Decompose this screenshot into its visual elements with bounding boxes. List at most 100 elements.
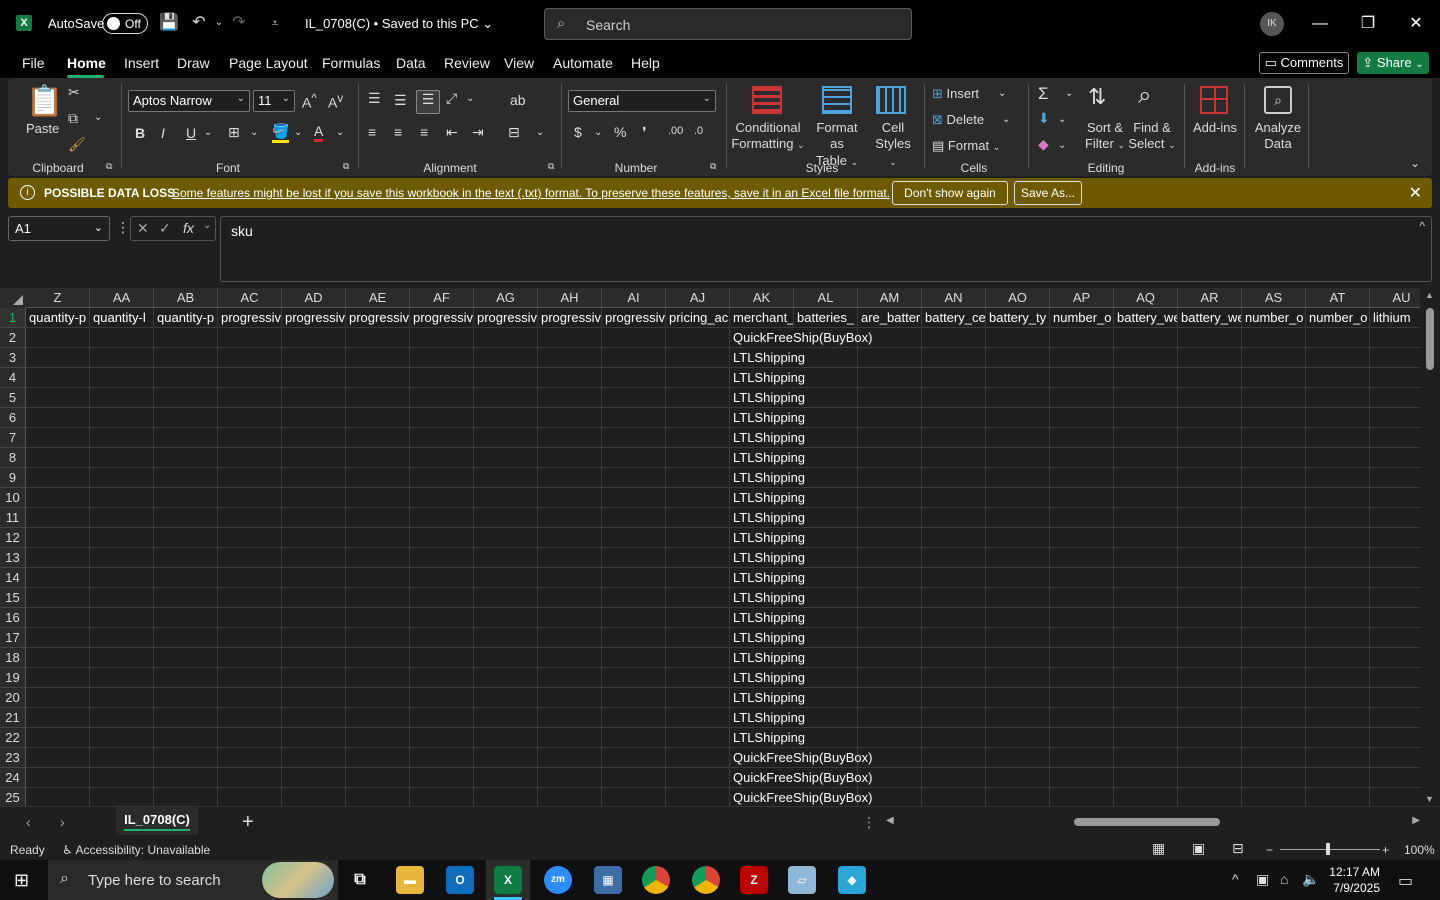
fill-icon[interactable]: ⬇ xyxy=(1038,110,1050,127)
cell-z17[interactable] xyxy=(26,628,90,648)
cell-aq2[interactable] xyxy=(1114,328,1178,348)
tab-page-layout[interactable]: Page Layout xyxy=(229,55,308,71)
cell-am3[interactable] xyxy=(858,348,922,368)
undo-icon[interactable]: ↶ xyxy=(188,12,210,34)
decrease-indent-icon[interactable]: ⇤ xyxy=(446,124,458,141)
cell-aj9[interactable] xyxy=(666,468,730,488)
cell-ag4[interactable] xyxy=(474,368,538,388)
cell-at6[interactable] xyxy=(1306,408,1370,428)
cell-as4[interactable] xyxy=(1242,368,1306,388)
cell-ag12[interactable] xyxy=(474,528,538,548)
cell-ae18[interactable] xyxy=(346,648,410,668)
cell-aj8[interactable] xyxy=(666,448,730,468)
cell-ah25[interactable] xyxy=(538,788,602,806)
cell-as12[interactable] xyxy=(1242,528,1306,548)
cell-an13[interactable] xyxy=(922,548,986,568)
cell-aq12[interactable] xyxy=(1114,528,1178,548)
cell-ar13[interactable] xyxy=(1178,548,1242,568)
cell-ak22[interactable]: LTLShipping xyxy=(730,728,805,748)
cell-z1[interactable]: quantity-p xyxy=(26,308,90,328)
cell-af17[interactable] xyxy=(410,628,474,648)
cell-at11[interactable] xyxy=(1306,508,1370,528)
cell-aq22[interactable] xyxy=(1114,728,1178,748)
undo-dropdown-icon[interactable]: ⌄ xyxy=(208,12,230,34)
cell-ap10[interactable] xyxy=(1050,488,1114,508)
cell-ar21[interactable] xyxy=(1178,708,1242,728)
cell-ap12[interactable] xyxy=(1050,528,1114,548)
row-header-19[interactable]: 19 xyxy=(0,668,26,688)
cell-an23[interactable] xyxy=(922,748,986,768)
cell-as18[interactable] xyxy=(1242,648,1306,668)
cell-ai18[interactable] xyxy=(602,648,666,668)
cell-styles-button[interactable]: Cell Styles ⌄ xyxy=(870,120,916,169)
cell-ah24[interactable] xyxy=(538,768,602,788)
row-header-17[interactable]: 17 xyxy=(0,628,26,648)
cell-aa14[interactable] xyxy=(90,568,154,588)
cell-aj1[interactable]: pricing_ac xyxy=(666,308,730,328)
cell-aq11[interactable] xyxy=(1114,508,1178,528)
cell-ad19[interactable] xyxy=(282,668,346,688)
cell-ad13[interactable] xyxy=(282,548,346,568)
cell-aa17[interactable] xyxy=(90,628,154,648)
increase-indent-icon[interactable]: ⇥ xyxy=(472,124,484,141)
cell-as21[interactable] xyxy=(1242,708,1306,728)
dialog-launcher-icon[interactable]: ⧉ xyxy=(710,161,716,172)
sort-filter-icon[interactable]: ⇅ xyxy=(1088,84,1106,110)
cell-aa22[interactable] xyxy=(90,728,154,748)
cell-af15[interactable] xyxy=(410,588,474,608)
cell-aj11[interactable] xyxy=(666,508,730,528)
cell-ap23[interactable] xyxy=(1050,748,1114,768)
cell-ap16[interactable] xyxy=(1050,608,1114,628)
calculator-icon[interactable]: ▦ xyxy=(594,866,622,894)
cell-ap19[interactable] xyxy=(1050,668,1114,688)
cell-ae3[interactable] xyxy=(346,348,410,368)
excel-taskbar-icon[interactable]: X xyxy=(494,866,522,894)
cell-aq18[interactable] xyxy=(1114,648,1178,668)
cell-ap22[interactable] xyxy=(1050,728,1114,748)
cell-ar1[interactable]: battery_we xyxy=(1178,308,1242,328)
find-select-button[interactable]: Find & Select ⌄ xyxy=(1128,120,1176,153)
cell-z18[interactable] xyxy=(26,648,90,668)
cell-ah16[interactable] xyxy=(538,608,602,628)
cell-aa15[interactable] xyxy=(90,588,154,608)
cell-ao7[interactable] xyxy=(986,428,1050,448)
cell-ac11[interactable] xyxy=(218,508,282,528)
cell-an6[interactable] xyxy=(922,408,986,428)
cell-ap14[interactable] xyxy=(1050,568,1114,588)
cell-aq6[interactable] xyxy=(1114,408,1178,428)
cell-ao18[interactable] xyxy=(986,648,1050,668)
cell-as23[interactable] xyxy=(1242,748,1306,768)
column-header-ad[interactable]: AD xyxy=(282,288,346,308)
row-header-3[interactable]: 3 xyxy=(0,348,26,368)
cell-ac24[interactable] xyxy=(218,768,282,788)
cell-ae22[interactable] xyxy=(346,728,410,748)
cell-ad11[interactable] xyxy=(282,508,346,528)
cell-an14[interactable] xyxy=(922,568,986,588)
zoom-app-icon[interactable]: zm xyxy=(544,866,572,894)
cell-af11[interactable] xyxy=(410,508,474,528)
cell-ab23[interactable] xyxy=(154,748,218,768)
cell-as1[interactable]: number_o xyxy=(1242,308,1306,328)
column-header-af[interactable]: AF xyxy=(410,288,474,308)
cell-aq9[interactable] xyxy=(1114,468,1178,488)
formula-input[interactable]: sku ^ xyxy=(220,216,1432,282)
row-header-15[interactable]: 15 xyxy=(0,588,26,608)
cell-ar24[interactable] xyxy=(1178,768,1242,788)
cell-ar19[interactable] xyxy=(1178,668,1242,688)
cell-ai2[interactable] xyxy=(602,328,666,348)
cell-aq25[interactable] xyxy=(1114,788,1178,806)
cell-an7[interactable] xyxy=(922,428,986,448)
cell-ab7[interactable] xyxy=(154,428,218,448)
merge-center-icon[interactable]: ⊟ xyxy=(508,124,520,141)
task-view-icon[interactable]: ⧉ xyxy=(346,866,374,894)
cell-at16[interactable] xyxy=(1306,608,1370,628)
cell-ah5[interactable] xyxy=(538,388,602,408)
cell-as14[interactable] xyxy=(1242,568,1306,588)
cell-z19[interactable] xyxy=(26,668,90,688)
cell-ai6[interactable] xyxy=(602,408,666,428)
cell-ao8[interactable] xyxy=(986,448,1050,468)
cell-as25[interactable] xyxy=(1242,788,1306,806)
cell-ak14[interactable]: LTLShipping xyxy=(730,568,805,588)
cell-ap21[interactable] xyxy=(1050,708,1114,728)
cell-z25[interactable] xyxy=(26,788,90,806)
